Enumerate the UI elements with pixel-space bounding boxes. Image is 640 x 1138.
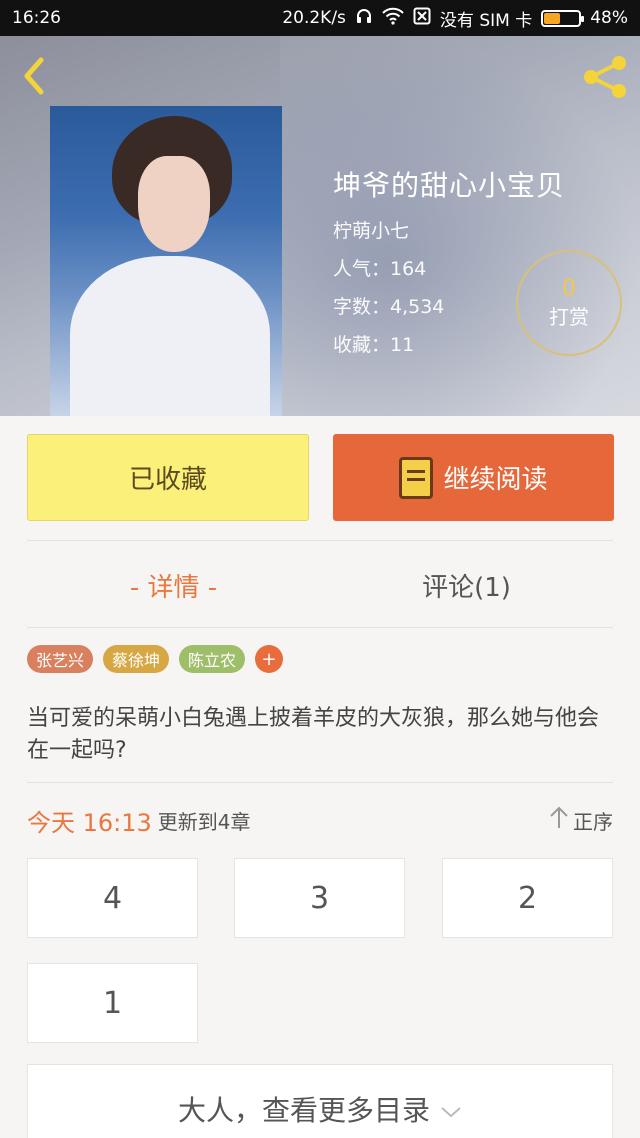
book-synopsis: 当可爱的呆萌小白兔遇上披着羊皮的大灰狼，那么她与他会在一起吗? xyxy=(27,706,600,763)
divider xyxy=(27,782,613,783)
divider xyxy=(27,540,613,541)
book-header: 坤爷的甜心小宝贝 柠萌小七 人气：164 字数：4,534 收藏：11 0 打赏 xyxy=(0,36,640,416)
sim-status-text: 没有 SIM 卡 xyxy=(439,10,533,31)
tab-comments-label: 评论(1) xyxy=(422,572,511,603)
chapter-button[interactable]: 4 xyxy=(27,858,198,938)
chapter-button[interactable]: 3 xyxy=(234,858,405,938)
divider xyxy=(27,627,613,628)
book-popularity: 人气：164 xyxy=(333,258,427,280)
sort-order-label: 正序 xyxy=(573,809,613,834)
collected-label: 已收藏 xyxy=(128,465,207,495)
plus-icon: + xyxy=(261,648,277,670)
status-bar: 16:26 20.2K/s 没有 SIM 卡 48% xyxy=(0,0,640,36)
add-tag-button[interactable]: + xyxy=(255,645,284,673)
tip-button[interactable]: 0 打赏 xyxy=(516,250,622,356)
more-catalog-label: 大人，查看更多目录 xyxy=(177,1094,430,1127)
battery-percent: 48% xyxy=(590,8,628,28)
share-button[interactable] xyxy=(578,54,632,104)
back-button[interactable] xyxy=(14,54,54,102)
chevron-left-icon xyxy=(21,56,47,100)
update-text: 更新到4章 xyxy=(157,809,251,834)
tip-label: 打赏 xyxy=(549,305,589,329)
book-word-count: 字数：4,534 xyxy=(333,296,445,318)
battery-level xyxy=(544,12,561,24)
book-cover-image xyxy=(50,106,282,416)
book-icon xyxy=(399,456,434,499)
tag-list: 张艺兴 蔡徐坤 陈立农 + xyxy=(27,645,284,673)
update-time: 今天 16:13 xyxy=(27,808,152,837)
wifi-icon xyxy=(382,7,404,30)
collected-button[interactable]: 已收藏 xyxy=(27,434,309,521)
continue-reading-label: 继续阅读 xyxy=(443,465,548,495)
tip-count: 0 xyxy=(562,276,576,301)
update-info: 今天 16:13 更新到4章 正序 xyxy=(27,802,613,838)
continue-reading-button[interactable]: 继续阅读 xyxy=(333,434,614,521)
status-time: 16:26 xyxy=(12,8,61,28)
chevron-down-icon xyxy=(440,1093,462,1126)
book-title: 坤爷的甜心小宝贝 xyxy=(333,169,566,202)
tag-item[interactable]: 陈立农 xyxy=(179,645,246,673)
tag-item[interactable]: 张艺兴 xyxy=(27,645,94,673)
chapter-button[interactable]: 1 xyxy=(27,963,198,1043)
book-favorites: 收藏：11 xyxy=(333,334,415,356)
tab-comments[interactable]: 评论(1) xyxy=(320,555,613,615)
battery-icon xyxy=(541,9,585,27)
book-author: 柠萌小七 xyxy=(333,220,410,242)
tab-detail[interactable]: - 详情 - xyxy=(27,555,320,615)
sort-order-button[interactable]: 正序 xyxy=(549,806,613,835)
tag-item[interactable]: 蔡徐坤 xyxy=(103,645,170,673)
tab-detail-label: - 详情 - xyxy=(129,572,218,603)
network-speed: 20.2K/s xyxy=(282,8,346,28)
chapter-button[interactable]: 2 xyxy=(442,858,613,938)
share-icon xyxy=(581,54,629,104)
no-sim-icon xyxy=(413,7,431,30)
arrow-up-icon xyxy=(549,806,569,835)
headphones-icon xyxy=(355,7,373,30)
more-catalog-button[interactable]: 大人，查看更多目录 xyxy=(27,1064,613,1138)
